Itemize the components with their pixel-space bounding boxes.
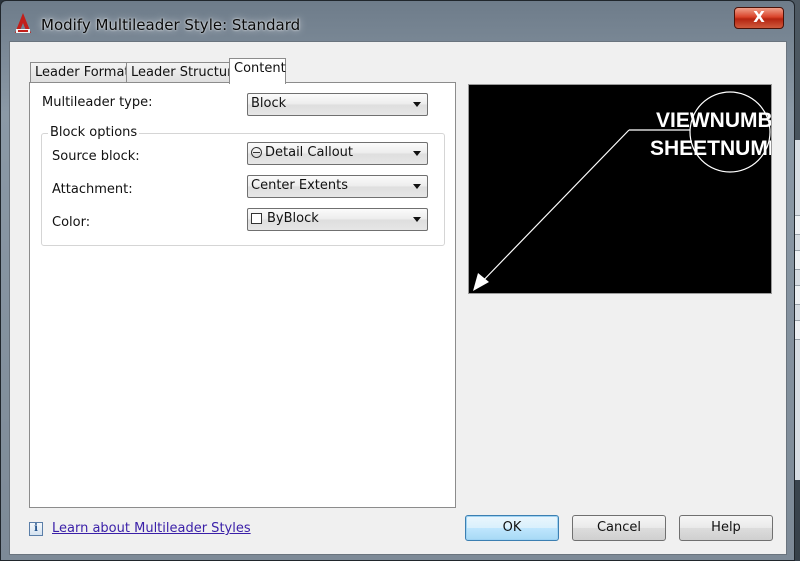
arrowhead-icon <box>473 273 489 291</box>
chevron-down-icon <box>413 102 421 107</box>
color-value: ByBlock <box>267 211 319 226</box>
color-dropdown[interactable]: ByBlock <box>247 208 428 231</box>
source-block-value: Detail Callout <box>265 145 353 160</box>
callout-circle <box>689 91 771 173</box>
multileader-type-dropdown[interactable]: Block <box>247 93 428 116</box>
leader-line <box>476 129 630 288</box>
chevron-down-icon <box>413 217 421 222</box>
autocad-app-icon <box>15 13 31 33</box>
source-block-dropdown[interactable]: Detail Callout <box>247 142 428 165</box>
source-block-label: Source block: <box>52 149 140 164</box>
preview-viewnumber-text: VIEWNUMBER <box>656 109 772 132</box>
detail-callout-icon <box>251 147 262 158</box>
content-panel: Multileader type: Block Block options So… <box>29 82 456 508</box>
attachment-dropdown[interactable]: Center Extents <box>247 175 428 198</box>
learn-multileader-styles-link[interactable]: Learn about Multileader Styles <box>52 521 251 536</box>
block-options-legend: Block options <box>48 125 140 140</box>
preview-drawing: VIEWNUMBER SHEETNUMBER <box>473 91 772 291</box>
tab-leader-structure[interactable]: Leader Structure <box>126 62 240 83</box>
chevron-down-icon <box>413 184 421 189</box>
dialog-window: Modify Multileader Style: Standard X Lea… <box>0 0 795 561</box>
block-options-group: Block options Source block: Detail Callo… <box>41 125 445 246</box>
ok-button[interactable]: OK <box>465 515 559 541</box>
tab-content[interactable]: Content <box>229 58 286 84</box>
multileader-type-label: Multileader type: <box>42 95 153 110</box>
preview-sheetnumber-text: SHEETNUMBER <box>650 137 772 160</box>
close-button[interactable]: X <box>734 7 784 29</box>
color-swatch-icon <box>251 213 262 224</box>
attachment-label: Attachment: <box>52 182 133 197</box>
help-button[interactable]: Help <box>679 515 773 541</box>
tab-leader-format[interactable]: Leader Format <box>30 62 130 83</box>
attachment-value: Center Extents <box>251 178 348 193</box>
color-label: Color: <box>52 215 91 230</box>
preview-pane: VIEWNUMBER SHEETNUMBER <box>468 84 772 294</box>
chevron-down-icon <box>413 151 421 156</box>
dialog-client-area: Leader Format Leader Structure Content M… <box>9 41 787 555</box>
multileader-type-value: Block <box>251 96 287 111</box>
window-title: Modify Multileader Style: Standard <box>41 16 301 34</box>
info-icon: i <box>29 522 43 536</box>
cancel-button[interactable]: Cancel <box>572 515 666 541</box>
